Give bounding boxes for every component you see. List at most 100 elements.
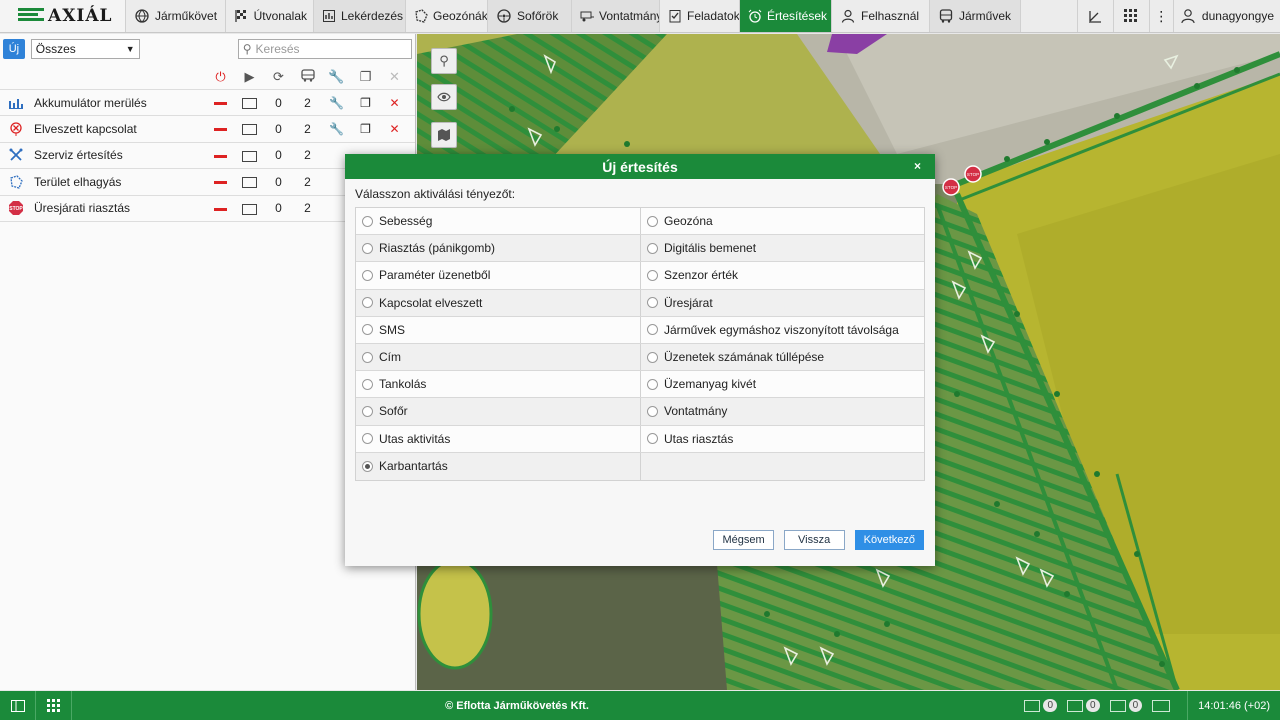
radio-button[interactable] <box>362 297 373 309</box>
refresh-icon[interactable]: ⟳ <box>264 69 293 85</box>
radio-button[interactable] <box>647 351 658 363</box>
logo[interactable]: AXIÁL <box>0 0 126 32</box>
new-notification-button[interactable]: Új <box>3 39 25 59</box>
nav-tab-1[interactable]: Útvonalak <box>226 0 314 32</box>
sent-indicator[interactable]: 0 <box>1067 699 1100 712</box>
user-menu[interactable]: dunagyongye <box>1172 0 1280 32</box>
power-icon[interactable]: ⏻ <box>206 69 235 85</box>
trigger-option[interactable]: Utas aktivitás <box>356 426 640 452</box>
delete-icon[interactable]: ✕ <box>380 122 409 136</box>
radio-button[interactable] <box>647 269 658 281</box>
radio-button[interactable] <box>647 297 658 309</box>
trigger-option[interactable]: Cím <box>356 344 640 370</box>
radio-button[interactable] <box>362 433 373 445</box>
count-triggered: 0 <box>275 122 282 137</box>
trigger-option[interactable]: Geozóna <box>640 208 924 235</box>
radio-button[interactable] <box>647 242 658 254</box>
disable-toggle[interactable] <box>206 148 235 162</box>
trigger-option[interactable]: Utas riasztás <box>640 425 924 452</box>
trigger-option[interactable]: Vontatmány <box>640 398 924 425</box>
more-options-icon[interactable]: ⋮ <box>1148 0 1173 32</box>
nav-tab-7[interactable]: Értesítések <box>740 0 832 32</box>
edit-wrench-icon[interactable]: 🔧 <box>322 122 351 136</box>
log-icon[interactable] <box>1152 699 1173 712</box>
stats-icon[interactable] <box>1076 0 1113 32</box>
nav-tab-9[interactable]: Járművek <box>930 0 1021 32</box>
trigger-option[interactable]: Járművek egymáshoz viszonyított távolság… <box>640 316 924 343</box>
duplicate-icon[interactable]: ❐ <box>351 122 380 136</box>
radio-button[interactable] <box>362 378 373 390</box>
disable-toggle[interactable] <box>206 175 235 189</box>
bus-icon[interactable] <box>293 68 322 85</box>
map-eye-icon[interactable] <box>431 84 457 110</box>
trigger-option[interactable]: Üzemanyag kivét <box>640 371 924 398</box>
radio-button[interactable] <box>362 242 373 254</box>
search-input[interactable]: ⚲ Keresés <box>237 39 412 59</box>
copy-icon[interactable]: ❐ <box>351 69 380 85</box>
trigger-option[interactable]: Kapcsolat elveszett <box>356 290 640 316</box>
notification-row[interactable]: Elveszett kapcsolat 0 2 🔧 ❐ ✕ <box>0 116 415 143</box>
trigger-option[interactable]: Szenzor érték <box>640 262 924 289</box>
images-indicator[interactable]: 0 <box>1109 699 1143 712</box>
nav-tab-5[interactable]: Vontatmány <box>572 0 660 32</box>
delete-all-icon[interactable]: ✕ <box>380 69 409 85</box>
envelope-icon[interactable] <box>235 96 264 110</box>
radio-button[interactable] <box>362 215 373 227</box>
radio-button[interactable] <box>362 269 373 281</box>
duplicate-icon[interactable]: ❐ <box>351 96 380 110</box>
bus-icon <box>938 8 954 24</box>
nav-tab-3[interactable]: Geozónák <box>406 0 488 32</box>
trigger-option[interactable]: Karbantartás <box>356 453 640 480</box>
close-icon[interactable]: × <box>914 159 921 173</box>
trigger-option[interactable]: Üzenetek számának túllépése <box>640 343 924 371</box>
trigger-option[interactable]: Riasztás (pánikgomb) <box>356 235 640 261</box>
envelope-icon[interactable] <box>235 201 264 215</box>
nav-tab-6[interactable]: Feladatok <box>660 0 740 32</box>
footer: © Eflotta Járműkövetés Kft. 0 0 0 14:01:… <box>0 691 1280 720</box>
trigger-option[interactable]: SMS <box>356 317 640 343</box>
disable-toggle[interactable] <box>206 96 235 110</box>
radio-button[interactable] <box>362 351 373 363</box>
next-button[interactable]: Következő <box>854 530 924 550</box>
nav-tab-4[interactable]: Sofőrök <box>488 0 572 32</box>
messages-indicator[interactable]: 0 <box>1024 699 1057 712</box>
radio-button[interactable] <box>647 324 658 336</box>
notification-row[interactable]: Akkumulátor merülés 0 2 🔧 ❐ ✕ <box>0 90 415 117</box>
trigger-option[interactable]: Paraméter üzenetből <box>356 262 640 288</box>
envelope-icon[interactable] <box>235 122 264 136</box>
trigger-option[interactable]: Digitális bemenet <box>640 235 924 262</box>
count-units: 2 <box>304 122 311 137</box>
delete-icon[interactable]: ✕ <box>380 96 409 110</box>
user-icon <box>1181 9 1195 24</box>
option-row: Riasztás (pánikgomb) Digitális bemenet <box>356 235 924 263</box>
trigger-option[interactable]: Üresjárat <box>640 289 924 316</box>
cancel-button[interactable]: Mégsem <box>713 530 774 550</box>
trigger-option[interactable]: Sebesség <box>356 208 640 234</box>
nav-tab-8[interactable]: Felhasznál <box>832 0 930 32</box>
trigger-option[interactable]: Tankolás <box>356 371 640 397</box>
map-zoom-search-icon[interactable]: ⚲ <box>431 48 457 74</box>
trigger-option[interactable]: Sofőr <box>356 398 640 424</box>
grid-menu-icon[interactable] <box>1112 0 1149 32</box>
radio-button[interactable] <box>362 460 373 472</box>
radio-button[interactable] <box>647 433 658 445</box>
radio-button[interactable] <box>362 324 373 336</box>
wrench-icon[interactable]: 🔧 <box>322 69 351 85</box>
disable-toggle[interactable] <box>206 201 235 215</box>
filter-select[interactable]: Összes ▼ <box>30 39 140 59</box>
radio-button[interactable] <box>647 215 658 227</box>
service-tools-icon <box>9 148 23 162</box>
dialog-header: Új értesítés × <box>345 154 935 179</box>
back-button[interactable]: Vissza <box>783 530 845 550</box>
radio-button[interactable] <box>647 405 658 417</box>
envelope-icon[interactable] <box>235 148 264 162</box>
play-icon[interactable]: ▶ <box>235 69 264 85</box>
nav-tab-0[interactable]: Járműkövet <box>126 0 226 32</box>
radio-button[interactable] <box>647 378 658 390</box>
map-layers-icon[interactable] <box>431 122 457 148</box>
radio-button[interactable] <box>362 405 373 417</box>
envelope-icon[interactable] <box>235 175 264 189</box>
disable-toggle[interactable] <box>206 122 235 136</box>
nav-tab-2[interactable]: Lekérdezés <box>314 0 406 32</box>
edit-wrench-icon[interactable]: 🔧 <box>322 96 351 110</box>
